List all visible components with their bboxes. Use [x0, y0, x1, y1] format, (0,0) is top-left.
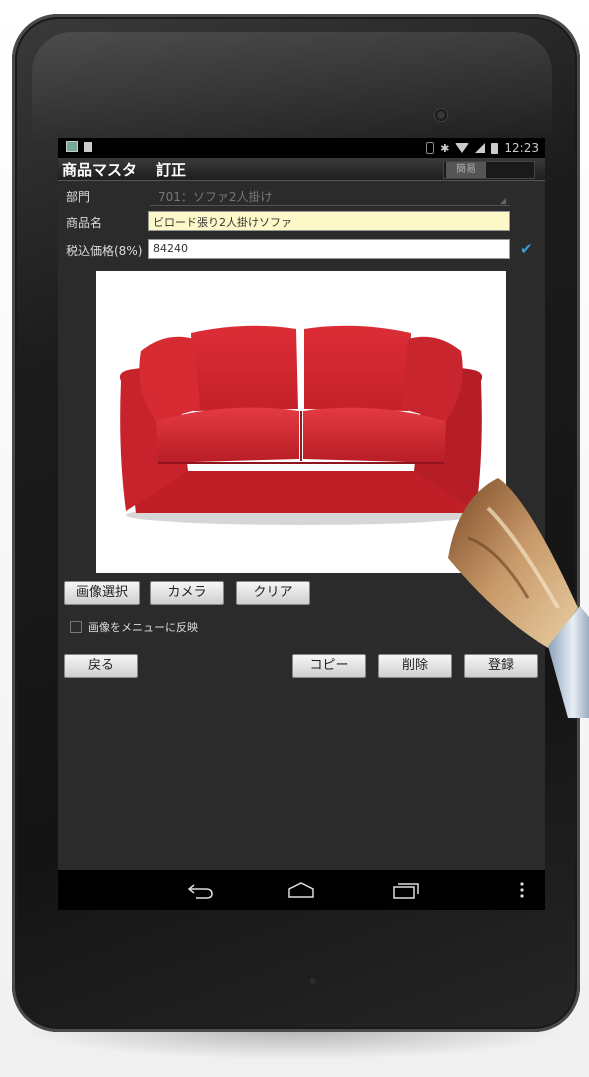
menu-reflect-option[interactable]: 画像をメニューに反映 [70, 619, 198, 635]
paint-brush-icon [448, 478, 589, 718]
status-right: ✱ 12:23 [426, 141, 539, 155]
department-row: 部門 701：ソファ2人掛け [58, 182, 545, 208]
recent-apps-icon[interactable] [390, 880, 420, 900]
status-bar: ✱ 12:23 [58, 138, 545, 158]
clear-image-button[interactable]: クリア [236, 581, 310, 605]
status-time: 12:23 [504, 141, 539, 155]
mode-toggle[interactable]: 簡易 [443, 161, 535, 179]
price-row: 税込価格(8%) 84240 [58, 237, 545, 263]
notification-image-icon [66, 141, 78, 152]
price-input[interactable]: 84240 [148, 239, 510, 259]
menu-reflect-label: 画像をメニューに反映 [88, 621, 198, 634]
title-bar: 商品マスタ 訂正 簡易 [58, 158, 545, 181]
back-button[interactable]: 戻る [64, 654, 138, 678]
product-name-input[interactable]: ビロード張り2人掛けソファ [148, 211, 510, 231]
front-camera-icon [434, 108, 448, 122]
department-select[interactable]: 701：ソファ2人掛け [158, 188, 273, 205]
overflow-menu-icon[interactable] [518, 880, 526, 900]
price-label: 税込価格(8%) [66, 244, 143, 258]
mode-toggle-label: 簡易 [446, 162, 486, 178]
copy-button[interactable]: コピー [292, 654, 366, 678]
navigation-bar [58, 870, 545, 910]
home-icon[interactable] [286, 880, 316, 900]
page-title: 商品マスタ [62, 161, 138, 179]
notification-bars-icon [84, 141, 92, 152]
dropdown-corner-icon [500, 198, 506, 204]
menu-reflect-checkbox[interactable] [70, 621, 82, 633]
battery-icon [491, 142, 499, 154]
name-label: 商品名 [66, 216, 103, 230]
camera-button[interactable]: カメラ [150, 581, 224, 605]
department-label: 部門 [66, 190, 91, 204]
department-underline [150, 205, 510, 206]
back-arrow-icon[interactable] [186, 880, 214, 900]
name-row: 商品名 ビロード張り2人掛けソファ [58, 208, 545, 234]
status-left [66, 141, 92, 152]
select-image-button[interactable]: 画像選択 [64, 581, 140, 605]
bezel-sheen [32, 32, 552, 142]
wifi-icon [455, 143, 470, 153]
bluetooth-icon: ✱ [440, 141, 450, 155]
tax-checkbox[interactable]: ✔ [520, 242, 534, 257]
sensor-dot [310, 978, 316, 984]
signal-icon [475, 143, 486, 153]
page-subtitle: 訂正 [156, 161, 187, 179]
vibrate-icon [426, 142, 435, 154]
